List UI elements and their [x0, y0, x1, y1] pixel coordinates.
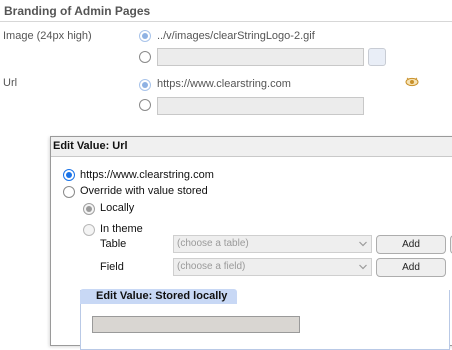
field-select-value: (choose a field) [177, 261, 246, 272]
dialog-in-theme-radio[interactable] [83, 224, 95, 236]
dialog-locally-radio[interactable] [83, 203, 95, 215]
chevron-down-icon [359, 264, 367, 270]
dialog-locally-label: Locally [100, 202, 135, 214]
dialog-default-label: https://www.clearstring.com [80, 169, 214, 181]
url-custom-radio[interactable] [139, 99, 151, 111]
url-default-value: https://www.clearstring.com [157, 78, 291, 90]
dialog-title: Edit Value: Url [51, 137, 452, 157]
image-browse-button[interactable] [368, 48, 386, 66]
image-custom-input[interactable] [157, 48, 364, 66]
dialog-override-radio[interactable] [63, 186, 75, 198]
url-default-radio[interactable] [139, 79, 151, 91]
field-add-button[interactable]: Add [376, 258, 446, 277]
stored-locally-tab[interactable]: Edit Value: Stored locally [80, 289, 237, 304]
eye-icon[interactable] [405, 76, 419, 88]
table-select[interactable]: (choose a table) [173, 235, 372, 253]
edit-value-dialog: Edit Value: Url https://www.clearstring.… [50, 136, 452, 350]
url-custom-input[interactable] [157, 97, 364, 115]
chevron-down-icon [359, 241, 367, 247]
table-add-button[interactable]: Add [376, 235, 446, 254]
table-label: Table [100, 238, 127, 250]
image-default-radio[interactable] [139, 30, 151, 42]
field-select[interactable]: (choose a field) [173, 258, 372, 276]
url-row-label: Url [3, 77, 18, 89]
image-default-value: ../v/images/clearStringLogo-2.gif [157, 30, 315, 42]
table-select-value: (choose a table) [177, 238, 249, 249]
field-label: Field [100, 261, 124, 273]
section-title: Branding of Admin Pages [0, 0, 452, 22]
stored-locally-input[interactable] [92, 316, 300, 333]
dialog-override-label: Override with value stored [80, 185, 208, 197]
image-custom-radio[interactable] [139, 51, 151, 63]
image-row-label: Image (24px high) [3, 30, 92, 42]
dialog-default-radio[interactable] [63, 169, 75, 181]
dialog-in-theme-label: In theme [100, 223, 143, 235]
